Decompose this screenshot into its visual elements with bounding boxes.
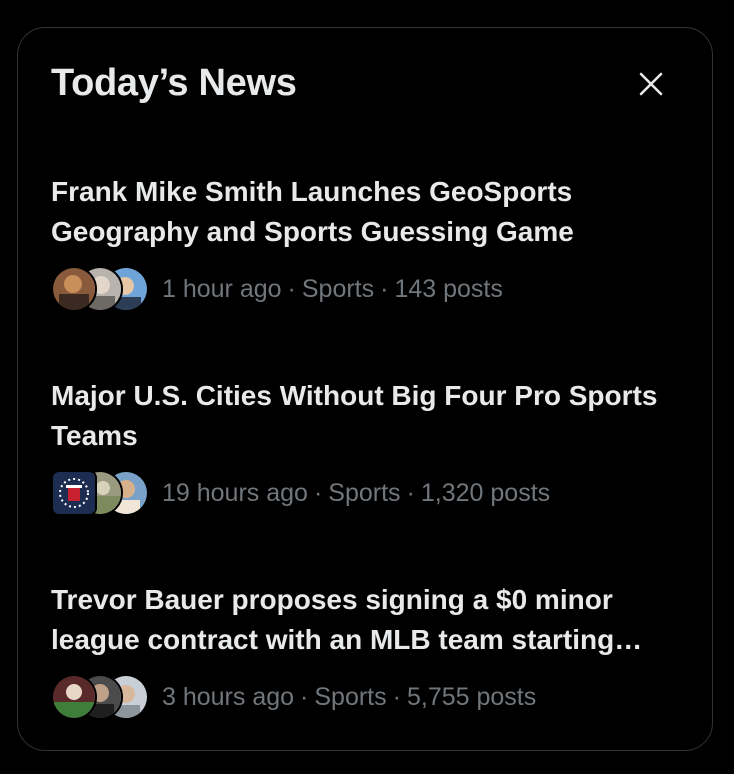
story-post-count: 1,320 posts [420,478,551,507]
news-story[interactable]: Frank Mike Smith Launches GeoSports Geog… [51,172,691,312]
avatar [51,470,97,516]
story-time: 3 hours ago [162,682,295,711]
story-meta: 3 hours ago · Sports · 5,755 posts [162,683,536,712]
news-story[interactable]: Major U.S. Cities Without Big Four Pro S… [51,376,691,516]
meta-separator: · [380,274,389,303]
avatar [51,674,97,720]
news-story[interactable]: Trevor Bauer proposes signing a $0 minor… [51,580,691,720]
story-headline[interactable]: Trevor Bauer proposes signing a $0 minor… [51,580,691,660]
meta-separator: · [313,478,323,507]
meta-separator: · [300,682,309,711]
close-icon [639,72,663,96]
close-button[interactable] [630,63,672,105]
story-category: Sports [328,478,401,507]
story-post-count: 143 posts [394,274,503,303]
meta-separator: · [406,478,415,507]
story-time: 19 hours ago [162,478,308,507]
story-category: Sports [301,274,375,303]
story-headline[interactable]: Frank Mike Smith Launches GeoSports Geog… [51,172,691,252]
todays-news-panel: Today’s News Frank Mike Smith Launches G… [17,27,713,751]
avatar-stack [51,266,149,312]
avatar [51,266,97,312]
story-headline[interactable]: Major U.S. Cities Without Big Four Pro S… [51,376,691,456]
avatar-stack [51,470,149,516]
story-category: Sports [314,682,387,711]
story-post-count: 5,755 posts [406,682,537,711]
story-meta: 19 hours ago · Sports · 1,320 posts [162,479,550,508]
panel-title: Today’s News [51,62,297,104]
meta-separator: · [287,274,296,303]
story-meta-row: 3 hours ago · Sports · 5,755 posts [51,674,691,720]
story-time: 1 hour ago [162,274,282,303]
story-meta-row: 1 hour ago · Sports · 143 posts [51,266,691,312]
meta-separator: · [392,682,401,711]
avatar-stack [51,674,149,720]
story-meta-row: 19 hours ago · Sports · 1,320 posts [51,470,691,516]
story-meta: 1 hour ago · Sports · 143 posts [162,275,503,304]
